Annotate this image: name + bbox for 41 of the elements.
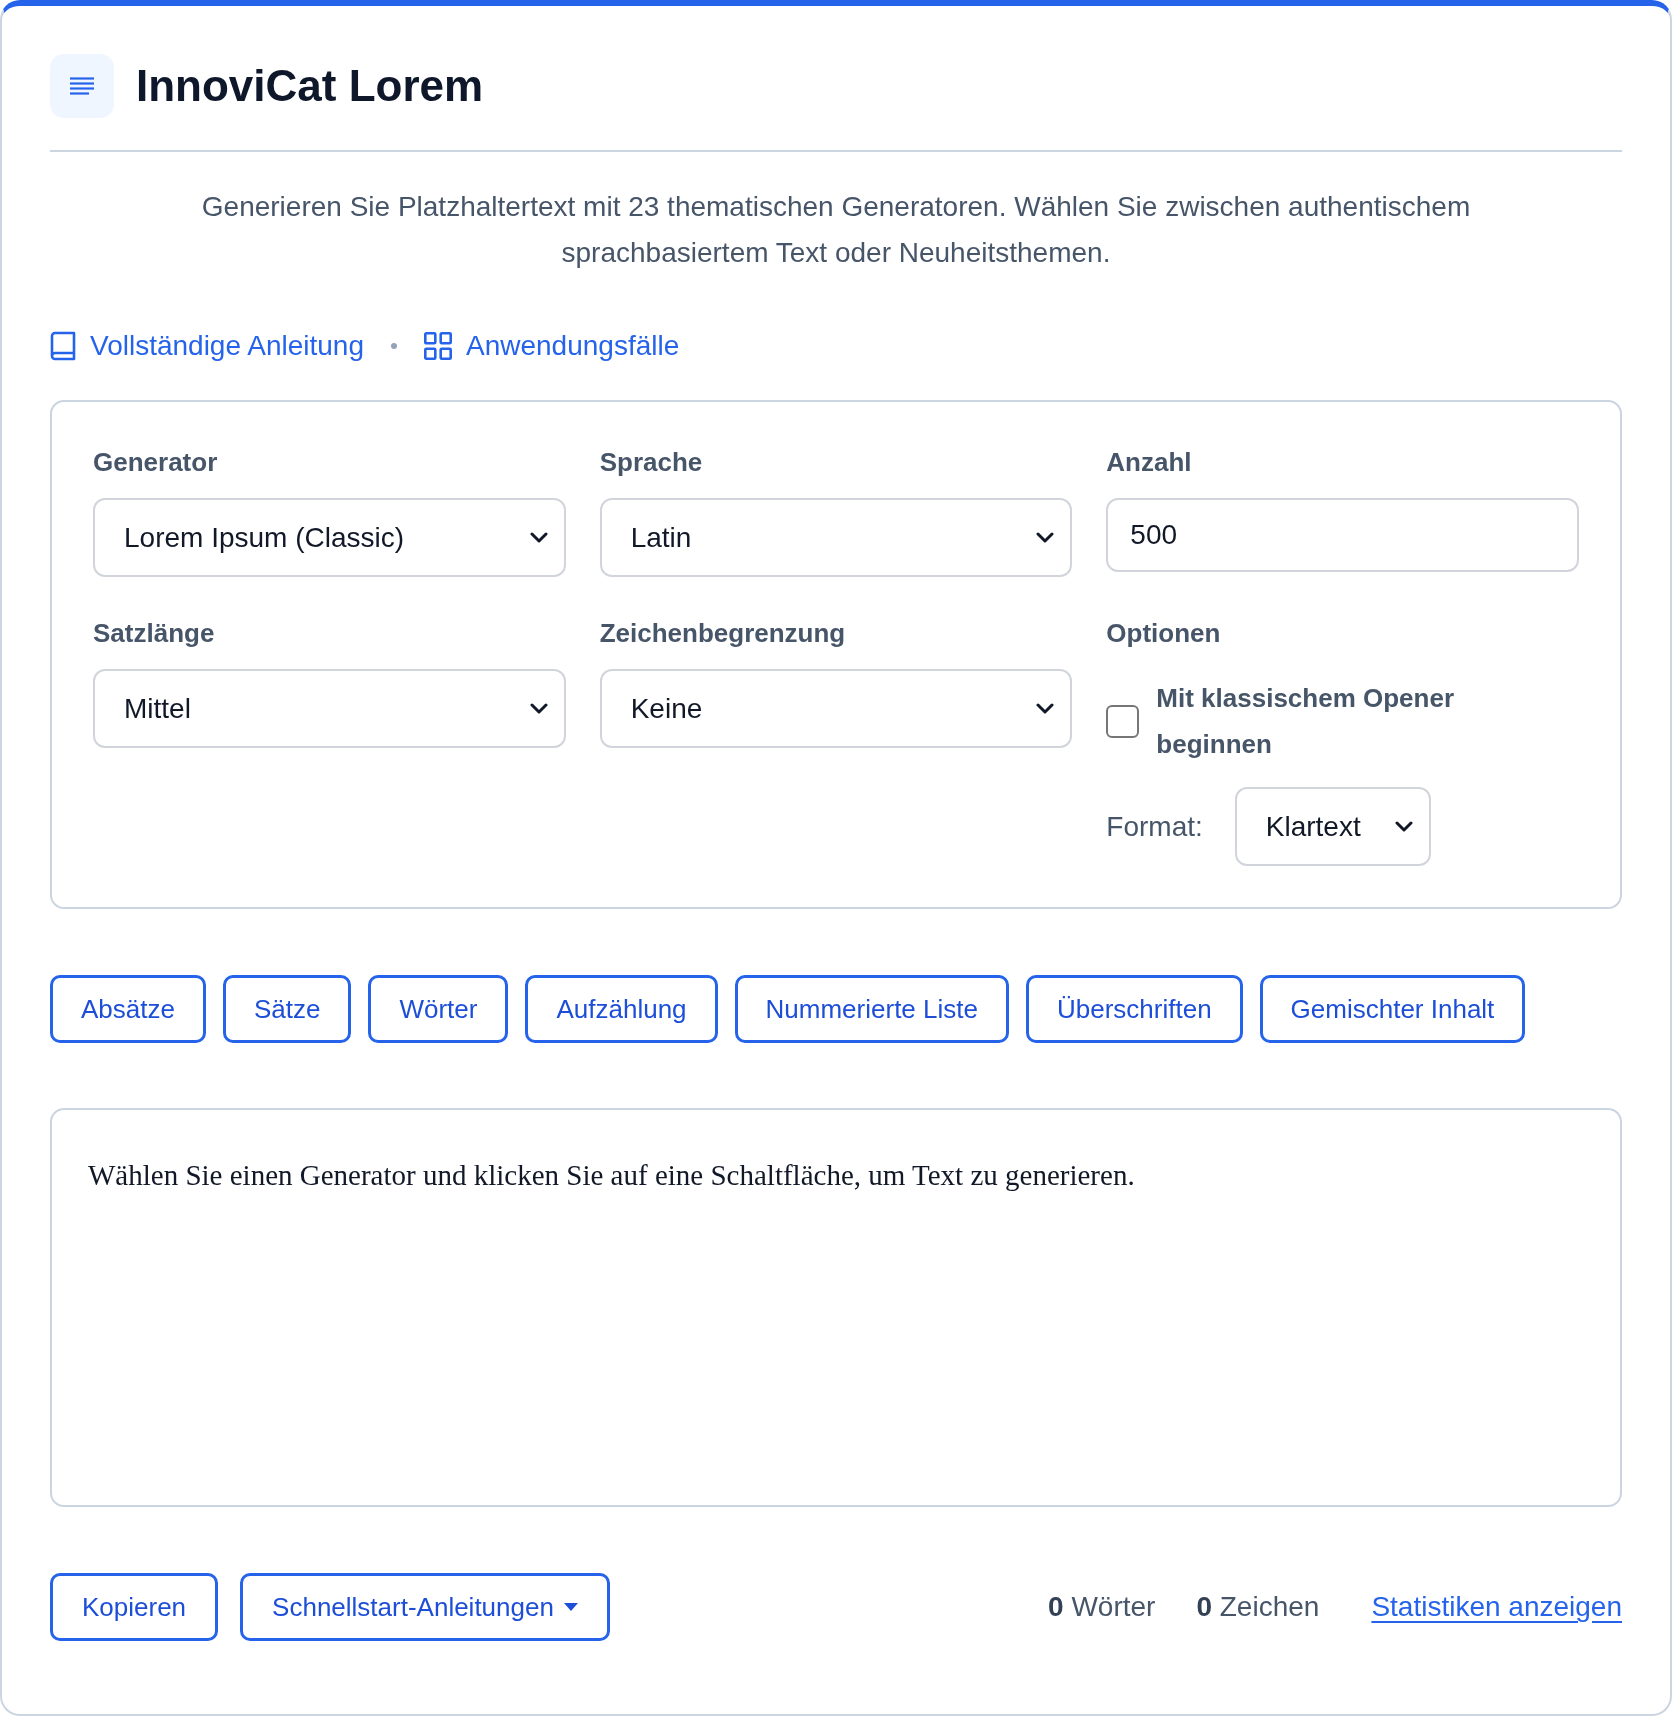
field-label: Sprache [599, 446, 703, 478]
stat-text: 0 Zeichen [1196, 1590, 1320, 1624]
description-text: Generieren Sie Platzhaltertext mit 23 thematischen Generatoren. Wählen Sie zwischen authentischem sprachbasiertem Text oder Neuheitsthemen. [200, 190, 1472, 270]
app-title: InnoviCat Lorem [136, 64, 484, 108]
content-type-button[interactable]: Nummerierte Liste [734, 975, 1009, 1043]
checkbox[interactable] [1106, 704, 1140, 738]
nav-link[interactable]: Vollständige Anleitung [50, 325, 364, 367]
grid-icon [424, 332, 452, 360]
nav-link[interactable]: Anwendungsfälle [424, 325, 680, 367]
format-select[interactable]: Klartext [1234, 787, 1431, 866]
dropdown-select[interactable]: Lorem Ipsum (Classic) [93, 498, 566, 577]
field-label: Generator [93, 446, 218, 478]
chevron-down-icon [1394, 821, 1413, 832]
chevron-down-icon [1036, 703, 1055, 714]
dropdown-select[interactable]: Latin [599, 498, 1073, 577]
dropdown-button[interactable]: Schnellstart-Anleitungen [240, 1573, 610, 1641]
chevron-down-icon [1036, 532, 1055, 543]
content-type-button[interactable]: Wörter [368, 975, 509, 1043]
content-type-button[interactable]: Sätze [222, 975, 352, 1043]
copy-button[interactable]: Kopieren [50, 1573, 219, 1641]
checkbox-label[interactable]: Mit klassischem Opener beginnen [1156, 675, 1527, 767]
chevron-down-icon [529, 703, 548, 714]
content-type-button[interactable]: Gemischter Inhalt [1259, 975, 1526, 1043]
field-label: Optionen [1106, 617, 1221, 649]
number-input[interactable]: 500 [1106, 498, 1579, 572]
content-type-button[interactable]: Aufzählung [525, 975, 718, 1043]
content-type-button[interactable]: Überschriften [1025, 975, 1243, 1043]
book-icon [50, 331, 76, 361]
dropdown-select[interactable]: Mittel [93, 669, 566, 748]
content-type-button[interactable]: Absätze [50, 975, 206, 1043]
field-label: Anzahl [1106, 446, 1192, 478]
chevron-down-icon [529, 532, 548, 543]
dropdown-select[interactable]: Keine [599, 669, 1073, 748]
field-label: Zeichenbegrenzung [599, 617, 846, 649]
field-label: Satzlänge [93, 617, 215, 649]
stat-text: 0 Wörter [1048, 1590, 1156, 1624]
text-lines-icon [50, 54, 114, 118]
output-text: Wählen Sie einen Generator und klicken Sie auf eine Schaltfläche, um Text zu generieren. [88, 1158, 1136, 1193]
statistics-link[interactable]: Statistiken anzeigen [1371, 1586, 1622, 1628]
format-label: Format: [1106, 809, 1203, 844]
caret-down-icon [563, 1603, 578, 1611]
